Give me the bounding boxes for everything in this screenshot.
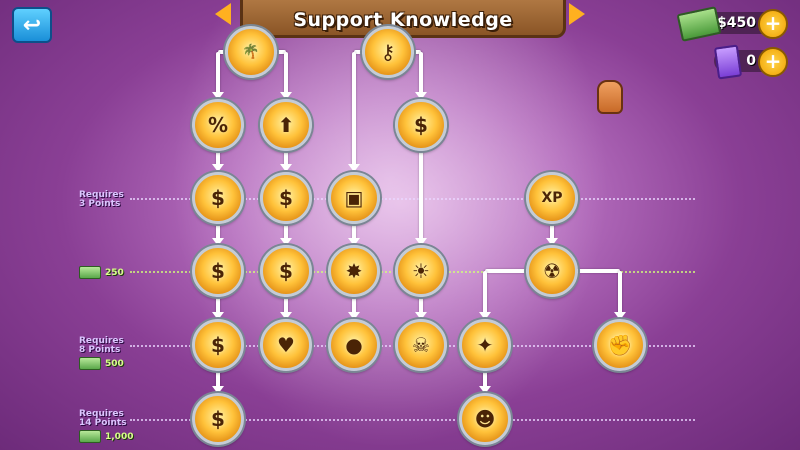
coin-cart-icon: $ (211, 407, 225, 431)
knowledge-pill: 0 + (714, 44, 788, 80)
tier-cost-250: 250 (79, 266, 124, 279)
connector-line (483, 271, 487, 314)
percent-discount-icon: % (207, 113, 229, 137)
heart-coin-icon: ♥ (277, 333, 295, 357)
back-arrow-icon: ↩ (22, 12, 42, 38)
monkey-key-icon: ⚷ (380, 40, 396, 64)
connector-arrow (212, 164, 224, 172)
fist-power-icon: ✊ (607, 333, 633, 357)
upgrade-node-village-tower-icon[interactable]: ▣ (328, 172, 380, 224)
connector-line (419, 52, 423, 94)
connector-arrow (348, 164, 360, 172)
tier-label-8-points: Requires 8 Points (79, 337, 124, 355)
upgrade-node-coin-crate-icon[interactable]: $ (192, 245, 244, 297)
next-page-chevron-right-icon[interactable] (569, 3, 585, 25)
bomb-icon: ● (345, 333, 363, 357)
upgrade-node-coin-cart-icon[interactable]: $ (192, 393, 244, 445)
cash-stack-icon (676, 6, 722, 42)
connector-arrow (280, 164, 292, 172)
cash-amount: $450 (717, 15, 756, 31)
knowledge-points-amount: 0 (746, 53, 756, 69)
buy-cash-plus-button[interactable]: + (758, 9, 788, 39)
connector-line (284, 52, 288, 94)
upgrade-node-sun-burst-icon[interactable]: ☀ (395, 245, 447, 297)
points-text: 8 Points (79, 345, 121, 355)
coin-farm-icon: $ (279, 186, 293, 210)
buy-knowledge-plus-button[interactable]: + (758, 47, 788, 77)
upgrade-node-palm-tree-icon[interactable]: 🌴 (225, 26, 277, 78)
explosion-icon: ✸ (345, 259, 363, 283)
xp-bonus-icon: XP (541, 190, 563, 206)
cash-mini-icon (79, 430, 101, 443)
connector-line (419, 150, 423, 240)
upgrade-node-banana-upgrade-icon[interactable]: ⬆ (260, 99, 312, 151)
cash-pill: $450 + (676, 6, 788, 42)
upgrade-node-coin-farm-icon[interactable]: $ (260, 172, 312, 224)
knowledge-points-display: 0 + (714, 44, 788, 80)
knowledge-tree-screen: ↩ Support Knowledge $450 + 0 + Requires … (0, 0, 800, 450)
alien-face-icon: ☻ (474, 407, 496, 431)
connector-line (618, 271, 622, 314)
coin-income-icon: $ (414, 113, 428, 137)
radiation-icon: ☢ (543, 259, 561, 283)
skull-coin-icon: ☠ (412, 333, 430, 357)
upgrade-node-coin-tree-icon[interactable]: $ (192, 319, 244, 371)
upgrade-node-coin-income-icon[interactable]: $ (395, 99, 447, 151)
connector-line (216, 52, 220, 94)
cost-text: 1,000 (105, 431, 134, 442)
cost-text: 500 (105, 358, 124, 369)
points-text: 3 Points (79, 199, 121, 209)
coin-leaf-icon: $ (279, 259, 293, 283)
village-tower-icon: ▣ (344, 186, 364, 210)
cash-mini-icon (79, 266, 101, 279)
upgrade-node-alien-face-icon[interactable]: ☻ (459, 393, 511, 445)
upgrade-node-coin-leaf-icon[interactable]: $ (260, 245, 312, 297)
cash-display: $450 + (676, 6, 788, 42)
coin-tree-icon: $ (211, 333, 225, 357)
back-button[interactable]: ↩ (12, 7, 52, 43)
page-title: Support Knowledge (293, 9, 513, 31)
knowledge-book-icon (714, 44, 743, 80)
shatter-darts-icon: ✦ (476, 333, 494, 357)
sun-burst-icon: ☀ (412, 259, 430, 283)
upgrade-node-radiation-icon[interactable]: ☢ (526, 245, 578, 297)
pointer-hand-icon (597, 80, 623, 114)
upgrade-node-fist-power-icon[interactable]: ✊ (594, 319, 646, 371)
cost-text: 250 (105, 267, 124, 278)
upgrade-node-monkey-key-icon[interactable]: ⚷ (362, 26, 414, 78)
upgrade-node-coin-bank-icon[interactable]: $ (192, 172, 244, 224)
coin-crate-icon: $ (211, 259, 225, 283)
connector-line (352, 52, 356, 166)
coin-bank-icon: $ (211, 186, 225, 210)
prev-page-chevron-left-icon[interactable] (215, 3, 231, 25)
upgrade-node-explosion-icon[interactable]: ✸ (328, 245, 380, 297)
tier-cost-1000: 1,000 (79, 430, 133, 443)
banana-upgrade-icon: ⬆ (277, 113, 295, 137)
upgrade-node-bomb-icon[interactable]: ● (328, 319, 380, 371)
upgrade-node-xp-bonus-icon[interactable]: XP (526, 172, 578, 224)
palm-tree-icon: 🌴 (242, 44, 260, 60)
tier-cost-500: 500 (79, 357, 124, 370)
upgrade-node-skull-coin-icon[interactable]: ☠ (395, 319, 447, 371)
upgrade-node-heart-coin-icon[interactable]: ♥ (260, 319, 312, 371)
cash-mini-icon (79, 357, 101, 370)
points-text: 14 Points (79, 418, 127, 428)
upgrade-node-shatter-darts-icon[interactable]: ✦ (459, 319, 511, 371)
tier-label-14-points: Requires 14 Points (79, 410, 127, 428)
upgrade-node-percent-discount-icon[interactable]: % (192, 99, 244, 151)
tier-label-3-points: Requires 3 Points (79, 191, 124, 209)
